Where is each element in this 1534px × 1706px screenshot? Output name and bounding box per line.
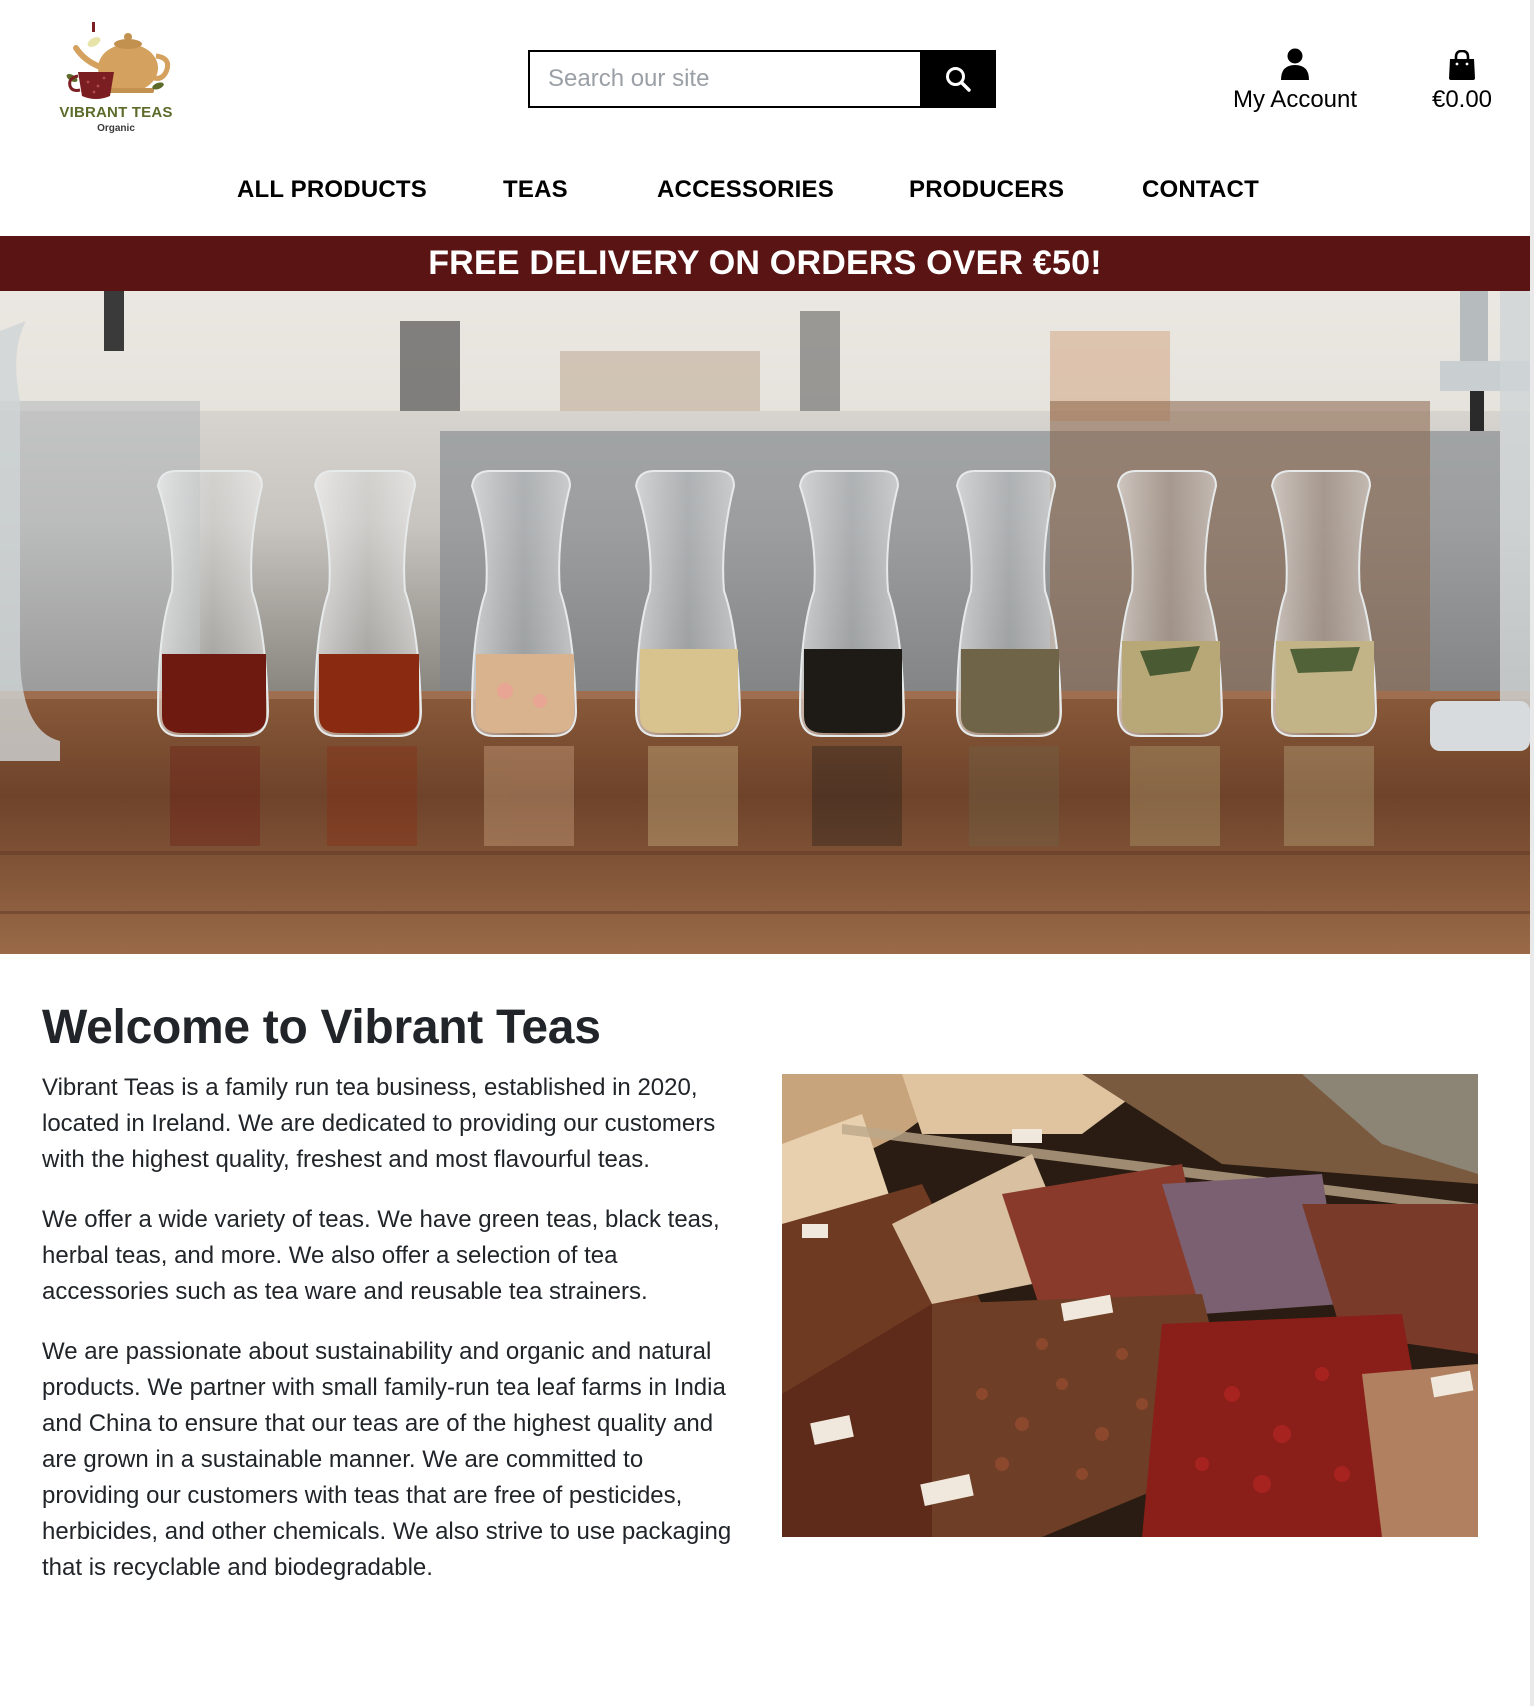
carafe-6: [955, 470, 1063, 737]
logo-tagline: Organic: [97, 123, 135, 134]
welcome-text: Vibrant Teas is a family run tea busines…: [42, 1070, 742, 1610]
logo-brand-name: VIBRANT TEAS: [59, 104, 173, 121]
carafe-4: [634, 470, 742, 737]
nav-teas[interactable]: TEAS: [503, 176, 568, 204]
teapot-cup-logo-icon: [66, 22, 171, 99]
nav-producers[interactable]: PRODUCERS: [909, 176, 1064, 204]
carafe-2: [313, 470, 423, 737]
search-form: [528, 50, 996, 108]
carafe-3: [470, 470, 578, 737]
loose-tea-market-image: [782, 1074, 1478, 1537]
user-icon: [1281, 48, 1309, 80]
nav-accessories[interactable]: ACCESSORIES: [657, 176, 834, 204]
shopping-bag-icon: [1449, 50, 1475, 80]
nav-contact[interactable]: CONTACT: [1142, 176, 1259, 204]
welcome-title: Welcome to Vibrant Teas: [42, 1001, 601, 1054]
search-button[interactable]: [920, 50, 996, 108]
carafe-5: [798, 470, 906, 737]
cart-link[interactable]: €0.00: [1412, 44, 1512, 116]
shopping-bag-icon-wrap: [1412, 44, 1512, 80]
tea-carafes-photo: [0, 291, 1530, 954]
hero-image: [0, 291, 1530, 954]
welcome-paragraph-2: We offer a wide variety of teas. We have…: [42, 1206, 720, 1305]
scrollbar-track[interactable]: [1530, 0, 1534, 1706]
my-account-label: My Account: [1232, 86, 1358, 113]
nav-all-products[interactable]: ALL PRODUCTS: [237, 176, 427, 204]
user-icon-wrap: [1220, 44, 1370, 80]
search-icon: [946, 67, 971, 92]
carafe-8: [1270, 470, 1378, 737]
free-delivery-banner: FREE DELIVERY ON ORDERS OVER €50!: [0, 236, 1530, 291]
welcome-paragraph-1: Vibrant Teas is a family run tea busines…: [42, 1074, 716, 1173]
my-account-link[interactable]: My Account: [1220, 44, 1370, 116]
main-nav: ALL PRODUCTS TEAS ACCESSORIES PRODUCERS …: [0, 176, 1530, 216]
carafe-7: [1116, 470, 1224, 737]
carafe-1: [156, 470, 270, 737]
welcome-paragraph-3: We are passionate about sustainability a…: [42, 1338, 732, 1581]
search-input[interactable]: [528, 50, 920, 108]
tea-bins-photo: [782, 1074, 1478, 1537]
cart-total: €0.00: [1431, 86, 1493, 113]
site-logo[interactable]: VIBRANT TEAS Organic: [48, 20, 188, 140]
